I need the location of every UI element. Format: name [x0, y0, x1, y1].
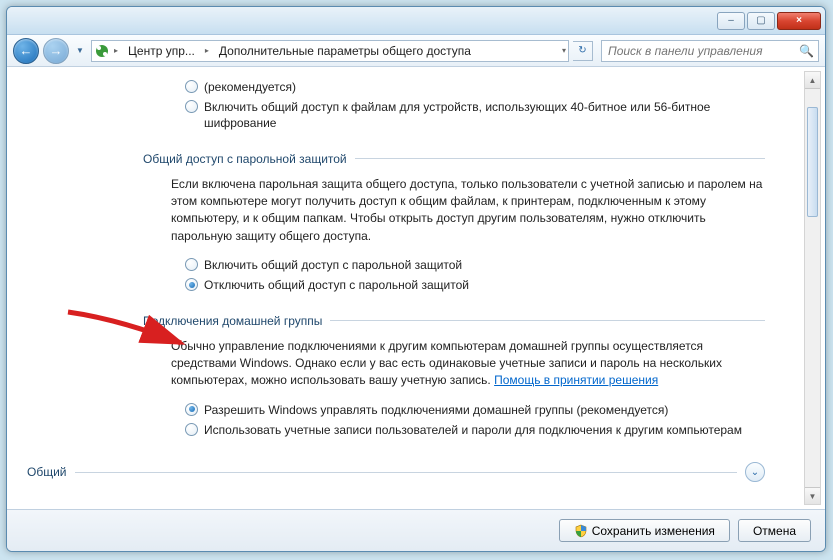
button-label: Сохранить изменения [592, 524, 715, 538]
content-pane: (рекомендуется) Включить общий доступ к … [7, 67, 825, 509]
back-button[interactable]: ← [13, 38, 39, 64]
breadcrumb-item[interactable]: Центр упр... [122, 41, 201, 61]
footer-bar: Сохранить изменения Отмена [7, 509, 825, 551]
button-label: Отмена [753, 524, 796, 538]
radio-option-password-on[interactable]: Включить общий доступ с парольной защито… [185, 255, 765, 275]
nav-history-dropdown[interactable]: ▼ [73, 40, 87, 62]
close-icon: × [796, 15, 802, 26]
minimize-button[interactable]: – [717, 12, 745, 30]
search-box[interactable]: 🔍 [601, 40, 819, 62]
expand-chevron-button[interactable]: ⌄ [745, 462, 765, 482]
section-description: Обычно управление подключениями к другим… [171, 338, 765, 390]
close-button[interactable]: × [777, 12, 821, 30]
radio-label: (рекомендуется) [204, 79, 296, 95]
refresh-button[interactable]: ↻ [573, 41, 593, 61]
section-title: Подключения домашней группы [143, 314, 322, 328]
help-link[interactable]: Помощь в принятии решения [494, 373, 658, 387]
chevron-right-icon: ▸ [114, 46, 118, 55]
address-bar[interactable]: ▸ Центр упр... ▸ Дополнительные параметр… [91, 40, 569, 62]
titlebar: – ▢ × [7, 7, 825, 35]
forward-arrow-icon: → [50, 43, 63, 58]
radio-label: Включить общий доступ к файлам для устро… [204, 99, 765, 131]
forward-button[interactable]: → [43, 38, 69, 64]
section-title: Общий доступ с парольной защитой [143, 152, 347, 166]
radio-icon [185, 100, 198, 113]
navbar: ← → ▼ ▸ Центр упр... ▸ Дополнительные па… [7, 35, 825, 67]
settings-inner: (рекомендуется) Включить общий доступ к … [157, 77, 765, 482]
search-icon: 🔍 [799, 44, 814, 58]
divider [330, 320, 765, 321]
divider [355, 158, 765, 159]
control-panel-window: – ▢ × ← → ▼ ▸ Центр упр... ▸ Дополнитель… [6, 6, 826, 552]
vertical-scrollbar[interactable]: ▲ ▼ [804, 71, 821, 505]
section-description: Если включена парольная защита общего до… [171, 176, 765, 246]
radio-label: Использовать учетные записи пользователе… [204, 422, 742, 438]
refresh-icon: ↻ [578, 45, 586, 56]
breadcrumb-item[interactable]: Дополнительные параметры общего доступа [213, 41, 477, 61]
radio-icon [185, 258, 198, 271]
radio-option-homegroup-user[interactable]: Использовать учетные записи пользователе… [185, 420, 765, 440]
chevron-right-icon: ▸ [205, 46, 209, 55]
address-dropdown-icon[interactable]: ▾ [562, 46, 566, 55]
search-input[interactable] [606, 43, 799, 59]
section-header-homegroup: Подключения домашней группы [143, 314, 765, 328]
chevron-down-icon: ⌄ [751, 467, 759, 478]
back-arrow-icon: ← [20, 43, 33, 58]
radio-label: Разрешить Windows управлять подключениям… [204, 402, 668, 418]
network-sharing-icon [94, 43, 110, 59]
section-header-password: Общий доступ с парольной защитой [143, 152, 765, 166]
radio-option-encryption-legacy[interactable]: Включить общий доступ к файлам для устро… [185, 97, 765, 133]
profile-section-header[interactable]: Общий ⌄ [27, 462, 765, 482]
radio-icon [185, 423, 198, 436]
radio-label: Включить общий доступ с парольной защито… [204, 257, 462, 273]
scroll-down-button[interactable]: ▼ [805, 487, 820, 504]
divider [75, 472, 738, 473]
minimize-icon: – [728, 15, 734, 26]
radio-option-encryption-recommended[interactable]: (рекомендуется) [185, 77, 765, 97]
radio-icon [185, 403, 198, 416]
scroll-thumb[interactable] [807, 107, 818, 217]
cancel-button[interactable]: Отмена [738, 519, 811, 542]
radio-icon [185, 278, 198, 291]
radio-option-homegroup-windows[interactable]: Разрешить Windows управлять подключениям… [185, 400, 765, 420]
save-changes-button[interactable]: Сохранить изменения [559, 519, 730, 542]
radio-option-password-off[interactable]: Отключить общий доступ с парольной защит… [185, 275, 765, 295]
chevron-down-icon: ▼ [76, 46, 84, 55]
maximize-button[interactable]: ▢ [747, 12, 775, 30]
radio-icon [185, 80, 198, 93]
scroll-up-button[interactable]: ▲ [805, 72, 820, 89]
profile-label: Общий [27, 465, 67, 479]
radio-label: Отключить общий доступ с парольной защит… [204, 277, 469, 293]
uac-shield-icon [574, 524, 588, 538]
maximize-icon: ▢ [756, 15, 765, 26]
